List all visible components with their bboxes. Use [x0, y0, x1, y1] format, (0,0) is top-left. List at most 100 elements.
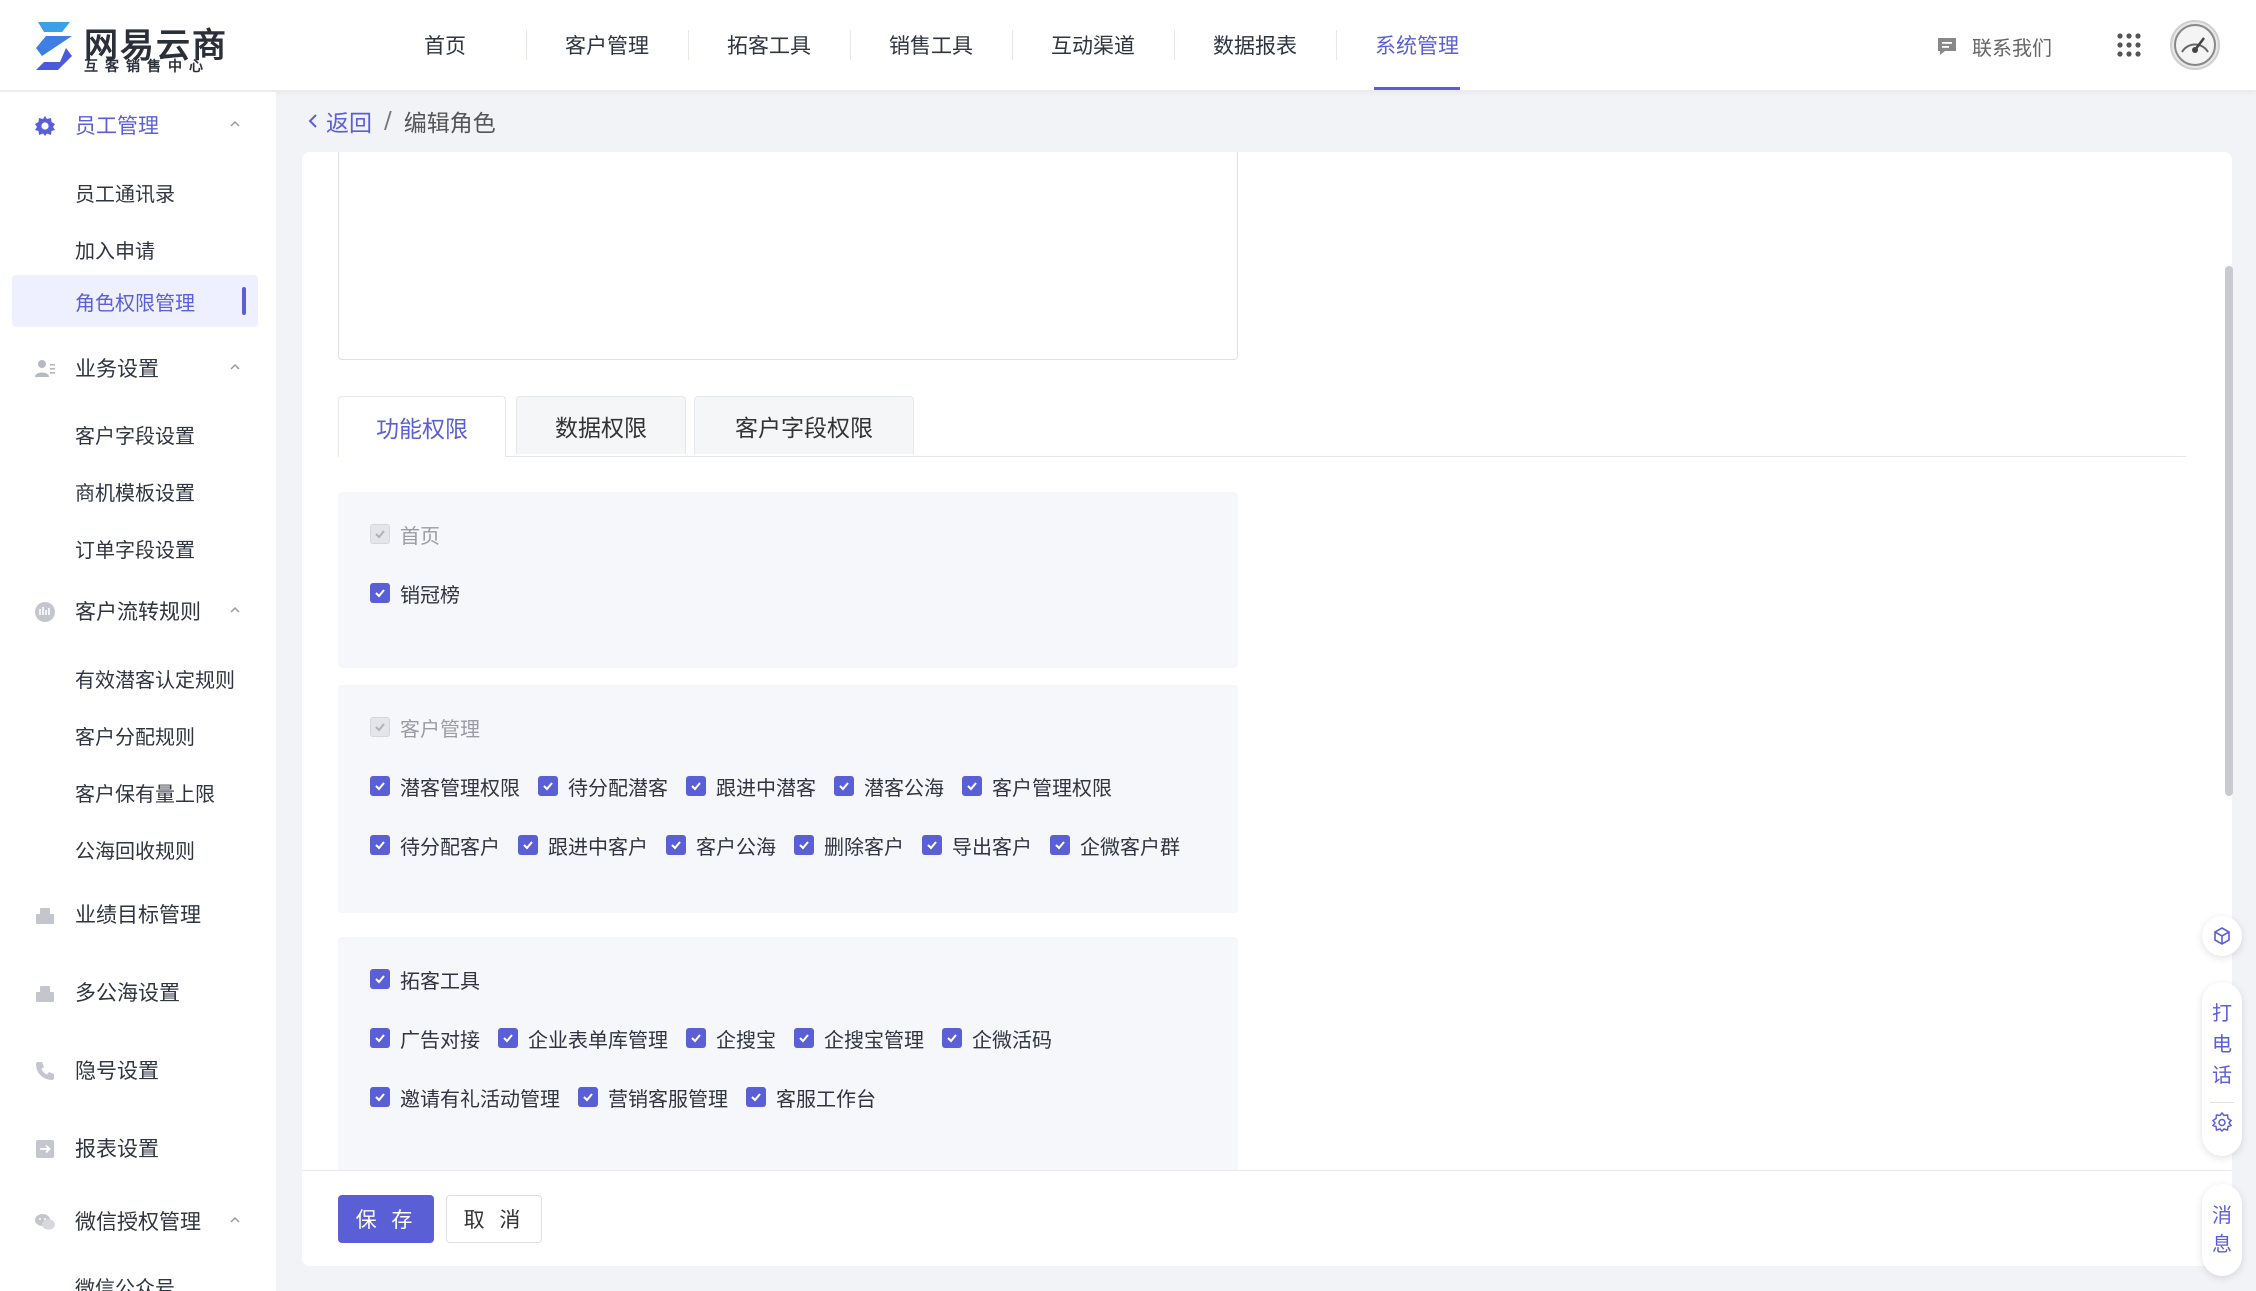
- sidebar-item-join-requests[interactable]: 加入申请: [12, 223, 258, 275]
- checkbox-box: [370, 835, 390, 855]
- permission-checkbox[interactable]: 客户公海: [666, 831, 776, 860]
- checkbox-box: [942, 1028, 962, 1048]
- sidebar-item-customer-holding-limit[interactable]: 客户保有量上限: [12, 766, 258, 818]
- role-description-textarea[interactable]: [338, 152, 1238, 360]
- apps-grid-icon[interactable]: [2116, 32, 2142, 58]
- settings-icon[interactable]: [2212, 1112, 2232, 1132]
- breadcrumb-separator: /: [384, 108, 392, 134]
- floating-message-widget[interactable]: 消息: [2202, 1184, 2242, 1276]
- sidebar-group-wechat-auth[interactable]: 微信授权管理: [0, 1199, 276, 1243]
- sidebar-item-valid-lead-rules[interactable]: 有效潜客认定规则: [12, 652, 258, 704]
- back-link[interactable]: 返回: [306, 104, 372, 138]
- permission-checkbox[interactable]: 营销客服管理: [578, 1083, 728, 1112]
- brand-logo[interactable]: 网易云商 互客销售中心: [32, 16, 232, 76]
- nav-home[interactable]: 首页: [364, 0, 526, 90]
- checkbox-box: [834, 776, 854, 796]
- scrollbar-thumb[interactable]: [2225, 266, 2233, 796]
- checkbox-box: [518, 835, 538, 855]
- flow-icon: [35, 602, 55, 622]
- sidebar-item-wechat-official-account[interactable]: 微信公众号: [12, 1260, 258, 1291]
- permission-checkbox[interactable]: 待分配客户: [370, 831, 500, 860]
- tab-data-permissions[interactable]: 数据权限: [516, 396, 686, 454]
- target-icon: [36, 908, 54, 924]
- permission-checkbox[interactable]: 企微客户群: [1050, 831, 1180, 860]
- sidebar-group-report-settings[interactable]: 报表设置: [0, 1126, 276, 1170]
- permission-checkbox[interactable]: 客户管理权限: [962, 772, 1112, 801]
- sidebar-group-label: 业绩目标管理: [75, 903, 201, 927]
- call-label: 打电话: [2202, 998, 2242, 1091]
- permission-row: 广告对接 企业表单库管理 企搜宝 企搜宝管理 企微活码: [370, 1024, 1070, 1053]
- permission-checkbox[interactable]: 销冠榜: [370, 579, 460, 608]
- sidebar-item-order-fields[interactable]: 订单字段设置: [12, 522, 258, 574]
- nav-prospecting-tools[interactable]: 拓客工具: [688, 0, 850, 90]
- nav-data-reports[interactable]: 数据报表: [1174, 0, 1336, 90]
- tab-customer-field-permissions[interactable]: 客户字段权限: [694, 396, 914, 454]
- checkbox-label: 首页: [400, 523, 440, 548]
- sidebar-group-staff[interactable]: 员工管理: [0, 103, 276, 147]
- cube-icon: [2214, 927, 2230, 945]
- permission-checkbox[interactable]: 广告对接: [370, 1024, 480, 1053]
- nav-customer-management[interactable]: 客户管理: [526, 0, 688, 90]
- checkbox-box: [794, 1028, 814, 1048]
- permission-checkbox[interactable]: 客服工作台: [746, 1083, 876, 1112]
- permission-checkbox[interactable]: 待分配潜客: [538, 772, 668, 801]
- check-icon: [691, 782, 701, 791]
- checkbox-label: 客户管理: [400, 716, 480, 741]
- sidebar-item-employee-directory[interactable]: 员工通讯录: [12, 166, 258, 218]
- permission-checkbox[interactable]: 潜客公海: [834, 772, 944, 801]
- sidebar-item-label: 客户保有量上限: [75, 781, 215, 806]
- nav-system-management[interactable]: 系统管理: [1336, 0, 1498, 90]
- checkbox-box: [370, 524, 390, 544]
- sidebar-item-opportunity-templates[interactable]: 商机模板设置: [12, 465, 258, 517]
- sidebar-group-performance-targets[interactable]: 业绩目标管理: [0, 892, 276, 936]
- check-icon: [947, 1034, 957, 1043]
- sidebar-item-customer-fields[interactable]: 客户字段设置: [12, 408, 258, 460]
- permission-checkbox[interactable]: 企搜宝: [686, 1024, 776, 1053]
- sidebar-group-multi-pool[interactable]: 多公海设置: [0, 970, 276, 1014]
- floating-cube-button[interactable]: [2202, 916, 2242, 956]
- check-icon: [375, 723, 385, 732]
- sidebar-item-role-permissions[interactable]: 角色权限管理: [12, 275, 258, 327]
- checkbox-box: [962, 776, 982, 796]
- permission-checkbox[interactable]: 删除客户: [794, 831, 904, 860]
- prospecting-tools-checkbox[interactable]: 拓客工具: [370, 965, 480, 994]
- permission-section-customer-management: 客户管理 潜客管理权限 待分配潜客 跟进中潜客 潜客公海 客户管理权限 待分配客…: [338, 685, 1238, 913]
- permission-checkbox[interactable]: 跟进中客户: [518, 831, 648, 860]
- permission-checkbox[interactable]: 企业表单库管理: [498, 1024, 668, 1053]
- checkbox-label: 客服工作台: [776, 1086, 876, 1111]
- permission-checkbox[interactable]: 企微活码: [942, 1024, 1052, 1053]
- sidebar: 员工管理 员工通讯录 加入申请 角色权限管理 业务设置 客户字段设置 商机模板设…: [0, 92, 276, 1291]
- sidebar-group-customer-flow-rules[interactable]: 客户流转规则: [0, 589, 276, 633]
- sidebar-group-business-settings[interactable]: 业务设置: [0, 346, 276, 390]
- checkbox-box: [794, 835, 814, 855]
- contact-us-link[interactable]: 联系我们: [1936, 30, 2052, 62]
- cancel-button[interactable]: 取 消: [446, 1195, 542, 1243]
- sidebar-item-label: 角色权限管理: [75, 290, 195, 315]
- check-icon: [927, 841, 937, 850]
- chevron-up-icon: [230, 120, 240, 127]
- permission-checkbox[interactable]: 企搜宝管理: [794, 1024, 924, 1053]
- tab-function-permissions[interactable]: 功能权限: [338, 396, 506, 457]
- save-button[interactable]: 保 存: [338, 1195, 434, 1243]
- checkbox-box: [370, 583, 390, 603]
- permission-checkbox[interactable]: 邀请有礼活动管理: [370, 1083, 560, 1112]
- checkbox-label: 企微客户群: [1080, 834, 1180, 859]
- check-icon: [583, 1093, 593, 1102]
- sidebar-item-pool-recycle-rules[interactable]: 公海回收规则: [12, 823, 258, 875]
- check-icon: [799, 841, 809, 850]
- breadcrumb: 返回 / 编辑角色: [306, 104, 496, 138]
- nav-interaction-channels[interactable]: 互动渠道: [1012, 0, 1174, 90]
- sidebar-group-hidden-number[interactable]: 隐号设置: [0, 1048, 276, 1092]
- top-header: 网易云商 互客销售中心 首页 客户管理 拓客工具 销售工具 互动渠道 数据报表 …: [0, 0, 2256, 91]
- floating-call-widget[interactable]: 打电话: [2202, 982, 2242, 1156]
- user-avatar[interactable]: [2170, 20, 2220, 70]
- checkbox-box: [1050, 835, 1070, 855]
- sidebar-item-customer-assignment-rules[interactable]: 客户分配规则: [12, 709, 258, 761]
- permission-checkbox[interactable]: 导出客户: [922, 831, 1032, 860]
- nav-sales-tools[interactable]: 销售工具: [850, 0, 1012, 90]
- sidebar-group-label: 客户流转规则: [75, 600, 201, 624]
- check-icon: [799, 1034, 809, 1043]
- permission-checkbox[interactable]: 跟进中潜客: [686, 772, 816, 801]
- report-icon: [36, 1140, 54, 1158]
- permission-checkbox[interactable]: 潜客管理权限: [370, 772, 520, 801]
